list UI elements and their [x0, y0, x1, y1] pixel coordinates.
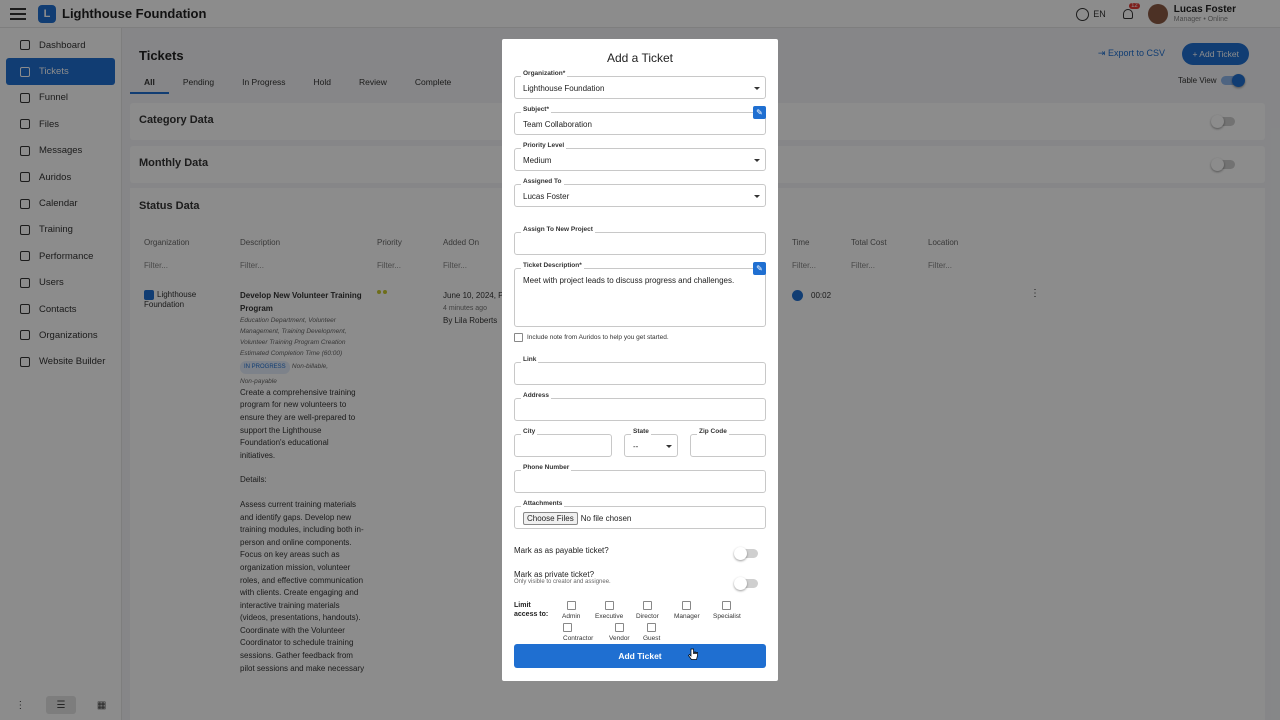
role-contractor-checkbox[interactable]: Contractor — [563, 623, 593, 642]
role-specialist-checkbox[interactable]: Specialist — [713, 601, 741, 620]
address-input[interactable]: Address — [514, 392, 766, 421]
payable-toggle[interactable] — [734, 547, 758, 560]
auridos-note-checkbox[interactable]: Include note from Auridos to help you ge… — [514, 333, 669, 342]
assigned-to-select[interactable]: Assigned To Lucas Foster — [514, 178, 766, 207]
hand-cursor-icon — [688, 648, 698, 660]
city-input[interactable]: City — [514, 428, 612, 457]
priority-select[interactable]: Priority Level Medium — [514, 142, 766, 171]
role-director-checkbox[interactable]: Director — [636, 601, 659, 620]
add-ticket-modal: Add a Ticket Organization* Lighthouse Fo… — [502, 39, 778, 681]
caret-down-icon — [666, 445, 672, 448]
state-select[interactable]: State -- — [624, 428, 678, 457]
new-project-input[interactable]: Assign To New Project — [514, 226, 766, 255]
edit-subject-icon[interactable]: ✎ — [753, 106, 766, 119]
description-textarea[interactable]: Ticket Description* Meet with project le… — [514, 262, 766, 327]
checkbox — [514, 333, 523, 342]
attachments-field: Attachments Choose Files No file chosen — [514, 500, 766, 529]
modal-title: Add a Ticket — [606, 51, 674, 65]
limit-access-label: Limit access to: — [514, 602, 549, 618]
role-executive-checkbox[interactable]: Executive — [595, 601, 623, 620]
link-input[interactable]: Link — [514, 356, 766, 385]
caret-down-icon — [754, 87, 760, 90]
private-label: Mark as private ticket? Only visible to … — [514, 570, 611, 585]
role-admin-checkbox[interactable]: Admin — [562, 601, 580, 620]
caret-down-icon — [754, 195, 760, 198]
role-vendor-checkbox[interactable]: Vendor — [609, 623, 630, 642]
role-guest-checkbox[interactable]: Guest — [643, 623, 660, 642]
payable-label: Mark as as payable ticket? — [514, 546, 609, 555]
zip-code-input[interactable]: Zip Code — [690, 428, 766, 457]
role-manager-checkbox[interactable]: Manager — [674, 601, 700, 620]
phone-number-input[interactable]: Phone Number — [514, 464, 766, 493]
subject-input[interactable]: Subject* Team Collaboration — [514, 106, 766, 135]
add-ticket-submit-button[interactable]: Add Ticket — [514, 644, 766, 668]
caret-down-icon — [754, 159, 760, 162]
private-toggle[interactable] — [734, 577, 758, 590]
choose-files-button[interactable]: Choose Files — [523, 512, 578, 525]
organization-select[interactable]: Organization* Lighthouse Foundation — [514, 70, 766, 99]
edit-description-icon[interactable]: ✎ — [753, 262, 766, 275]
